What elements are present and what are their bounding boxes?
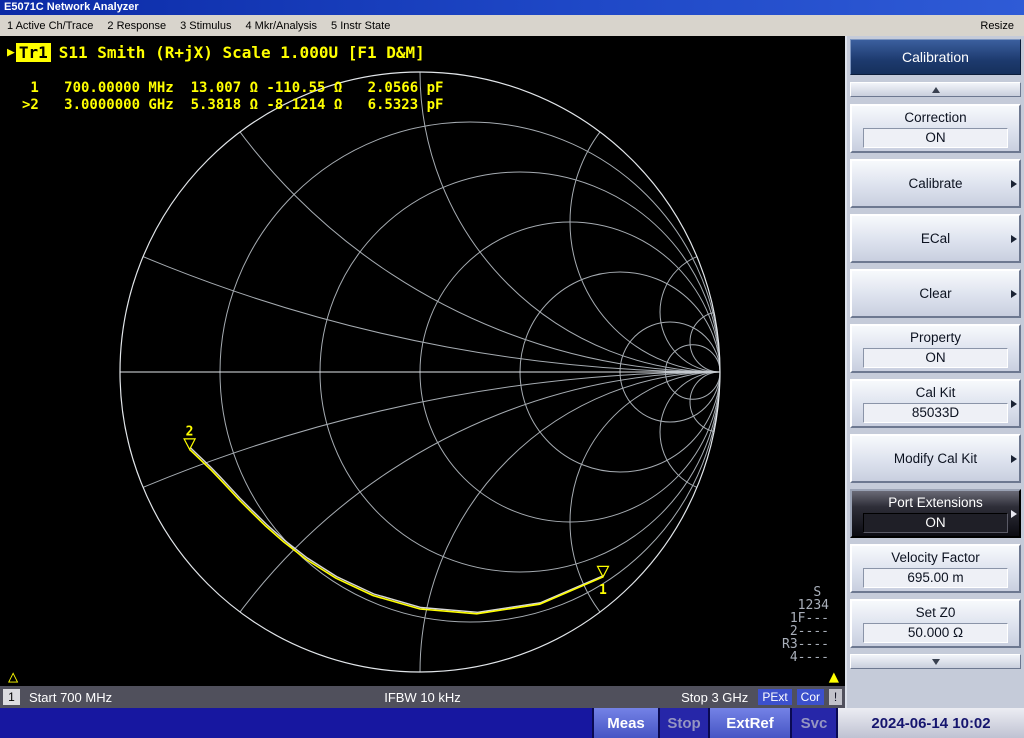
instrument-status-bar: Meas Stop ExtRef Svc 2024-06-14 10:02 [0,708,1024,738]
sweep-marker-left-icon: △ [8,667,19,687]
softkey-menu-title: Calibration [850,39,1021,75]
submenu-arrow-icon [1011,454,1017,463]
correction-badge: Cor [796,689,824,705]
submenu-arrow-icon [1011,234,1017,243]
softkey-scroll-down-button[interactable] [850,654,1021,669]
softkey-menu: Calibration Correction ON Calibrate ECal… [845,36,1024,708]
scroll-up-icon [931,86,940,93]
menu-stimulus[interactable]: 3 Stimulus [173,20,238,32]
menu-response[interactable]: 2 Response [100,20,173,32]
marker-1-readout: 1 700.00000 MHz 13.007 Ω -110.55 Ω 2.056… [22,80,444,96]
menu-active-ch-trace[interactable]: 1 Active Ch/Trace [0,20,100,32]
port-extension-badge: PExt [758,689,792,705]
softkey-set-z0[interactable]: Set Z0 50.000 Ω [850,599,1021,648]
status-datetime: 2024-06-14 10:02 [836,708,1024,738]
softkey-calibrate[interactable]: Calibrate [850,159,1021,208]
status-meas: Meas [592,708,658,738]
velocity-factor-value: 695.00 m [863,567,1008,588]
port-status-matrix: S 1234 1F--- 2---- R3---- 4---- [782,585,829,665]
channel-status-bar: 1 Start 700 MHz IFBW 10 kHz Stop 3 GHz P… [0,686,845,708]
sweep-stop-label: Stop 3 GHz [681,689,749,705]
trace-format-text: S11 Smith (R+jX) Scale 1.000U [F1 D&M] [58,43,425,62]
set-z0-value: 50.000 Ω [863,622,1008,643]
status-stop: Stop [658,708,708,738]
status-bar-spacer [0,708,592,738]
menu-bar: 1 Active Ch/Trace 2 Response 3 Stimulus … [0,15,1024,36]
submenu-arrow-icon [1011,289,1017,298]
display-column: ▶ Tr1 S11 Smith (R+jX) Scale 1.000U [F1 … [0,36,845,708]
svg-text:2: 2 [186,424,194,439]
status-extref: ExtRef [708,708,790,738]
smith-chart: 12 [119,71,721,673]
menu-instr-state[interactable]: 5 Instr State [324,20,397,32]
scroll-down-icon [931,658,940,665]
svg-text:1: 1 [599,583,607,598]
softkey-ecal[interactable]: ECal [850,214,1021,263]
port-extensions-state: ON [863,512,1008,533]
submenu-arrow-icon [1011,509,1017,518]
marker-2-readout: >2 3.0000000 GHz 5.3818 Ω -8.1214 Ω 6.53… [22,97,444,113]
softkey-correction[interactable]: Correction ON [850,104,1021,153]
channel-number-badge: 1 [3,689,20,705]
softkey-clear[interactable]: Clear [850,269,1021,318]
status-svc: Svc [790,708,836,738]
main-area: ▶ Tr1 S11 Smith (R+jX) Scale 1.000U [F1 … [0,36,1024,708]
channel-bar-right: Stop 3 GHz PExt Cor ! [681,689,845,705]
instrument-window: E5071C Network Analyzer 1 Active Ch/Trac… [0,0,1024,738]
softkey-velocity-factor[interactable]: Velocity Factor 695.00 m [850,544,1021,593]
sweep-start-label: Start 700 MHz [29,689,113,705]
property-state: ON [863,347,1008,368]
ifbw-label: IFBW 10 kHz [384,689,461,705]
window-title: E5071C Network Analyzer [4,1,139,13]
menu-mkr-analysis[interactable]: 4 Mkr/Analysis [238,20,324,32]
correction-state: ON [863,127,1008,148]
softkey-cal-kit[interactable]: Cal Kit 85033D [850,379,1021,428]
submenu-arrow-icon [1011,399,1017,408]
softkey-modify-cal-kit[interactable]: Modify Cal Kit [850,434,1021,483]
active-trace-indicator-icon: ▶ [7,45,15,60]
softkey-property[interactable]: Property ON [850,324,1021,373]
trace-status-line: ▶ Tr1 S11 Smith (R+jX) Scale 1.000U [F1 … [7,43,425,62]
softkey-port-extensions[interactable]: Port Extensions ON [850,489,1021,538]
submenu-arrow-icon [1011,179,1017,188]
softkey-scroll-up-button[interactable] [850,82,1021,97]
trace-name-badge[interactable]: Tr1 [15,43,51,62]
warning-badge: ! [829,689,842,705]
sweep-marker-right-icon: ▲ [828,667,839,687]
window-title-bar: E5071C Network Analyzer [0,0,1024,15]
marker-readout: 1 700.00000 MHz 13.007 Ω -110.55 Ω 2.056… [22,80,443,114]
cal-kit-value: 85033D [863,402,1008,423]
instrument-screen: ▶ Tr1 S11 Smith (R+jX) Scale 1.000U [F1 … [0,36,845,686]
resize-button[interactable]: Resize [973,20,1024,32]
